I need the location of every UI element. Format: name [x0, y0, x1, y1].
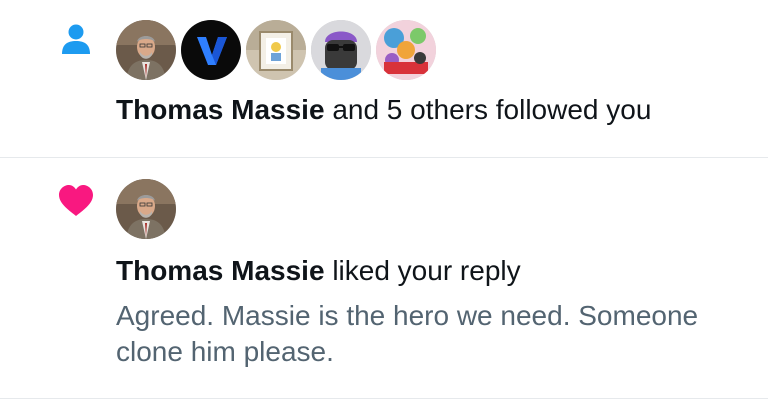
actor-name[interactable]: Thomas Massie	[116, 255, 325, 286]
like-notification-text: Thomas Massie liked your reply	[116, 253, 521, 289]
reply-snippet[interactable]: Agreed. Massie is the hero we need. Some…	[116, 298, 756, 370]
follow-notification[interactable]: Thomas Massie and 5 others followed you	[0, 0, 768, 158]
actor-name[interactable]: Thomas Massie	[116, 94, 325, 125]
heart-icon	[56, 182, 96, 222]
like-notification[interactable]: Thomas Massie liked your reply Agreed. M…	[0, 158, 768, 399]
colorful-art-avatar[interactable]	[376, 20, 436, 80]
action-text: and 5 others followed you	[332, 94, 652, 125]
framed-art-avatar[interactable]	[246, 20, 306, 80]
thomas-massie-avatar[interactable]	[116, 179, 176, 239]
person-icon	[56, 20, 96, 60]
follow-notification-text: Thomas Massie and 5 others followed you	[116, 92, 651, 128]
sunglasses-character-avatar[interactable]	[311, 20, 371, 80]
action-text: liked your reply	[332, 255, 521, 286]
thomas-massie-avatar[interactable]	[116, 20, 176, 80]
blue-v-logo-avatar[interactable]	[181, 20, 241, 80]
